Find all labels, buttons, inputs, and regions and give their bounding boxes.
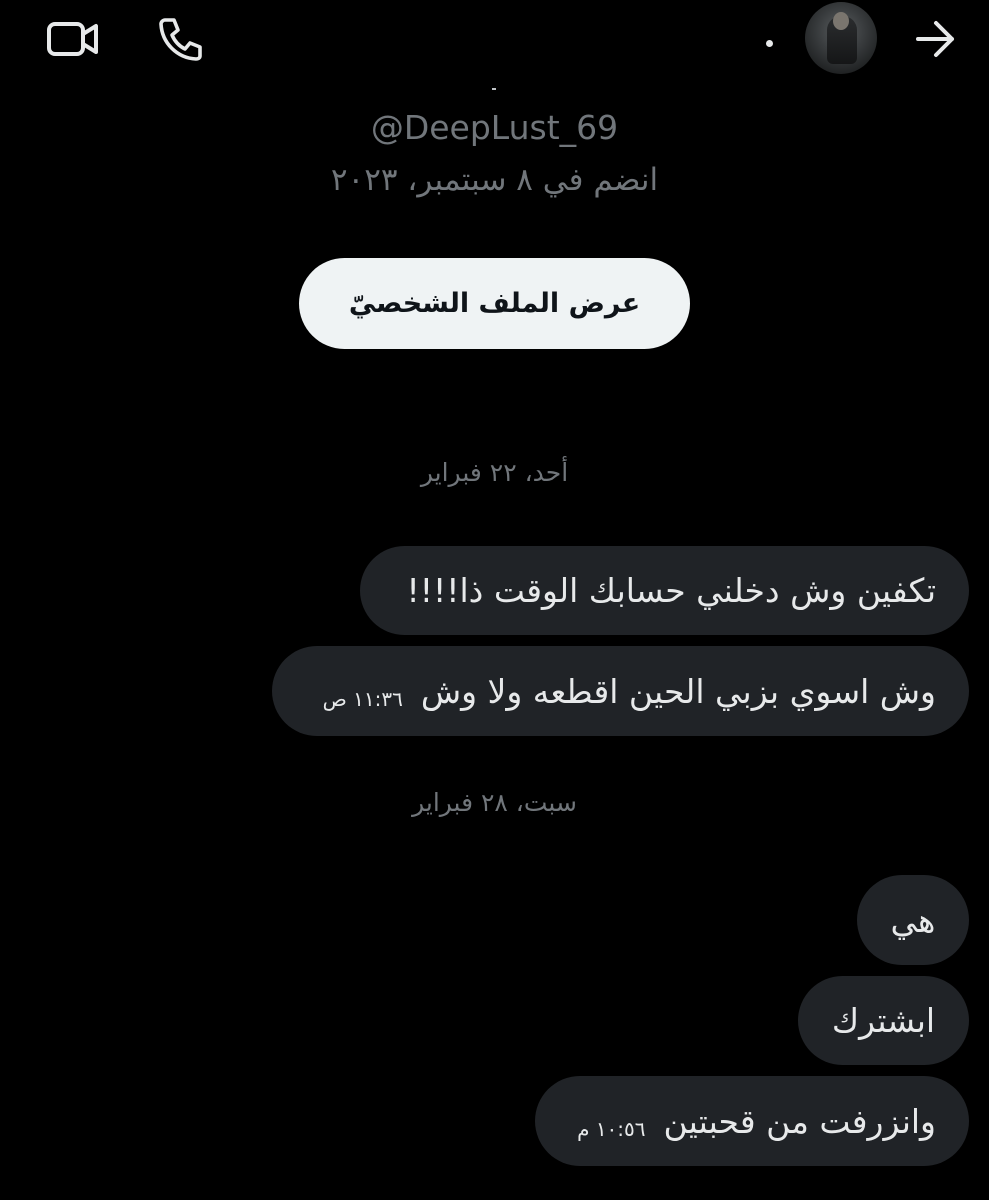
day-separator: سبت، ٢٨ فبراير — [412, 788, 577, 817]
message-timestamp: ١١:٣٦ ص — [322, 687, 403, 711]
phone-icon — [159, 18, 202, 61]
display-name-placeholder-dot — [766, 40, 773, 47]
message-bubble[interactable]: هي — [857, 875, 969, 965]
message-timestamp: ١٠:٥٦ م — [577, 1117, 646, 1141]
day-separator: أحد، ٢٢ فبراير — [420, 458, 569, 487]
message-text: هي — [890, 900, 936, 940]
message-text: ابشترك — [831, 1001, 936, 1040]
voice-call-button[interactable] — [154, 14, 206, 64]
message-text: وش اسوي بزبي الحين اقطعه ولا وش — [420, 671, 936, 711]
video-camera-icon — [47, 22, 98, 56]
arrow-right-icon — [916, 21, 954, 57]
join-date: انضم في ٨ سبتمبر، ٢٠٢٣ — [330, 162, 659, 198]
view-profile-button[interactable]: عرض الملف الشخصيّ — [299, 258, 690, 349]
message-bubble[interactable]: تكفين وش دخلني حسابك الوقت ذا!!!! — [360, 546, 969, 635]
display-name-mark — [492, 88, 496, 90]
message-text: تكفين وش دخلني حسابك الوقت ذا!!!! — [406, 571, 936, 610]
conversation-header — [0, 0, 989, 80]
video-call-button[interactable] — [44, 16, 102, 62]
back-button[interactable] — [906, 14, 966, 64]
message-bubble[interactable]: ابشترك — [798, 976, 969, 1065]
message-text: وانزرفت من قحبتين — [663, 1101, 936, 1141]
message-bubble[interactable]: وش اسوي بزبي الحين اقطعه ولا وش ١١:٣٦ ص — [272, 646, 969, 736]
user-handle: @DeepLust_69 — [370, 108, 619, 147]
message-bubble[interactable]: وانزرفت من قحبتين ١٠:٥٦ م — [535, 1076, 969, 1166]
avatar-head — [833, 12, 849, 30]
avatar[interactable] — [805, 2, 877, 74]
